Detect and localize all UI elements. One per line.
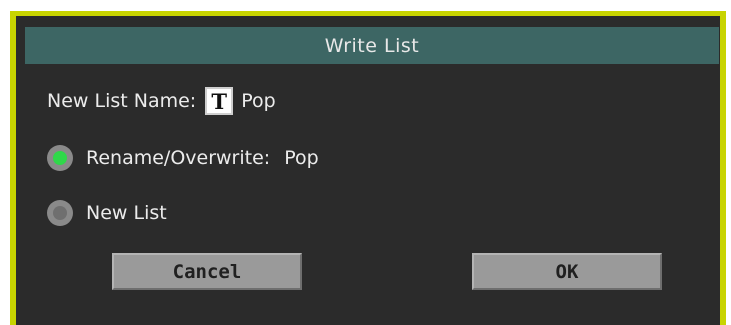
- list-name-value: Pop: [241, 90, 276, 112]
- rename-overwrite-option[interactable]: Rename/Overwrite: Pop: [47, 141, 319, 175]
- rename-overwrite-label: Rename/Overwrite:: [86, 147, 271, 169]
- cancel-button[interactable]: Cancel: [112, 253, 302, 290]
- new-list-option[interactable]: New List: [47, 196, 167, 230]
- rename-overwrite-radio[interactable]: [47, 145, 73, 171]
- write-list-dialog: Write List New List Name: T Pop Rename/O…: [10, 11, 726, 325]
- list-name-row: New List Name: T Pop: [47, 84, 276, 118]
- dialog-title: Write List: [25, 27, 719, 64]
- text-edit-icon[interactable]: T: [205, 87, 234, 115]
- list-name-label: New List Name:: [47, 90, 197, 112]
- new-list-label: New List: [86, 202, 167, 224]
- new-list-radio[interactable]: [47, 200, 73, 226]
- dialog-panel: Write List New List Name: T Pop Rename/O…: [16, 16, 720, 325]
- rename-overwrite-value: Pop: [284, 147, 319, 169]
- ok-button[interactable]: OK: [472, 253, 662, 290]
